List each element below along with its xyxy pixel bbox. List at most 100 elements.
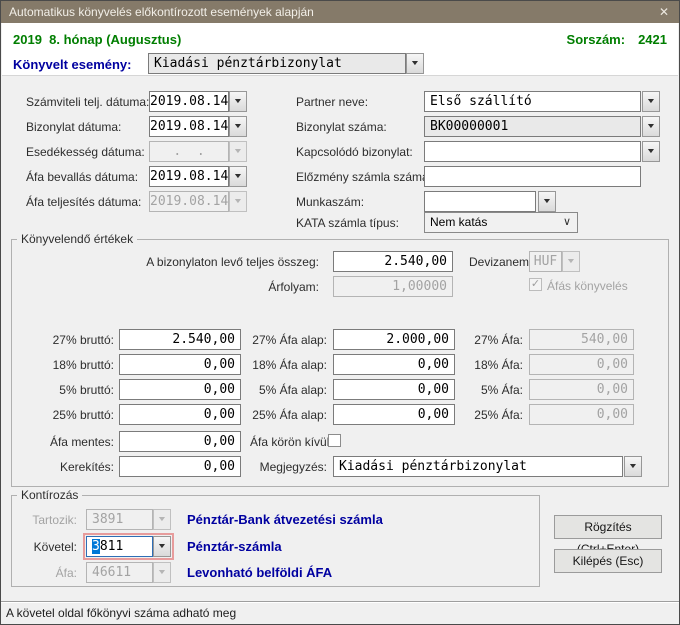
close-icon[interactable]: ✕ bbox=[649, 1, 679, 23]
serial-label: Sorszám: bbox=[567, 32, 626, 47]
vat-fulfillment-date-input: 2019.08.14 bbox=[149, 191, 229, 212]
partner-name-input[interactable]: Első szállító bbox=[424, 91, 641, 112]
save-button[interactable]: Rögzítés (Ctrl+Enter) bbox=[554, 515, 662, 539]
values-groupbox-title: Könyvelendő értékek bbox=[17, 232, 137, 246]
vat-declaration-date-label: Áfa bevallás dátuma: bbox=[26, 170, 138, 184]
total-amount-input[interactable]: 2.540,00 bbox=[333, 251, 453, 272]
vat-fulfillment-date-dropdown-button: ▼ bbox=[229, 191, 247, 212]
note-label: Megjegyzés: bbox=[241, 460, 327, 474]
vat-free-label: Áfa mentes: bbox=[21, 435, 114, 449]
document-number-input[interactable]: BK00000001 bbox=[424, 116, 641, 137]
dropdown-arrow-icon: ▼ bbox=[639, 142, 663, 161]
event-label: Könyvelt esemény: bbox=[13, 57, 132, 72]
currency-dropdown-button: ▼ bbox=[562, 251, 580, 272]
dropdown-arrow-icon: ▼ bbox=[403, 54, 427, 73]
period-title: 2019 8. hónap (Augusztus) bbox=[13, 32, 181, 47]
note-dropdown-button[interactable]: ▼ bbox=[624, 456, 642, 477]
vat-booking-checkbox: ✓ bbox=[529, 278, 542, 291]
vat-base-25-label: 25% Áfa alap: bbox=[181, 408, 327, 422]
debit-account-name: Pénztár-Bank átvezetési számla bbox=[187, 512, 383, 527]
accounting-date-input[interactable]: 2019.08.14 bbox=[149, 91, 229, 112]
serial-number: Sorszám: 2421 bbox=[567, 32, 667, 47]
accounting-date-label: Számviteli telj. dátuma: bbox=[26, 95, 149, 109]
debit-label: Tartozik: bbox=[11, 513, 77, 527]
vat-5-input: 0,00 bbox=[529, 379, 634, 400]
prior-invoice-number-input[interactable] bbox=[424, 166, 641, 187]
credit-account-combobox[interactable]: 3811 bbox=[86, 536, 153, 557]
dropdown-arrow-icon: ▼ bbox=[226, 167, 250, 186]
exit-button[interactable]: Kilépés (Esc) bbox=[554, 549, 662, 573]
related-document-input[interactable] bbox=[424, 141, 641, 162]
outside-vat-label: Áfa körön kívüli: bbox=[250, 435, 335, 449]
vat-base-5-label: 5% Áfa alap: bbox=[181, 383, 327, 397]
vat-account-name: Levonható belföldi ÁFA bbox=[187, 565, 332, 580]
credit-account-dropdown-button[interactable]: ▼ bbox=[153, 536, 171, 557]
vat-account-label: Áfa: bbox=[11, 566, 77, 580]
due-date-dropdown-button: ▼ bbox=[229, 141, 247, 162]
vat-account-dropdown-button: ▼ bbox=[153, 562, 171, 583]
vat-18-label: 18% Áfa: bbox=[421, 358, 523, 372]
status-bar: A követel oldal főkönyvi száma adható me… bbox=[1, 601, 679, 624]
gross-5-label: 5% bruttó: bbox=[21, 383, 114, 397]
note-combobox[interactable]: Kiadási pénztárbizonylat bbox=[333, 456, 623, 477]
related-document-dropdown-button[interactable]: ▼ bbox=[642, 141, 660, 162]
vat-18-input: 0,00 bbox=[529, 354, 634, 375]
vat-declaration-date-input[interactable]: 2019.08.14 bbox=[149, 166, 229, 187]
vat-25-label: 25% Áfa: bbox=[421, 408, 523, 422]
dropdown-arrow-icon: ▼ bbox=[150, 563, 174, 582]
work-number-label: Munkaszám: bbox=[296, 195, 364, 209]
dropdown-arrow-icon: ▼ bbox=[226, 142, 250, 161]
prior-invoice-number-label: Előzmény számla száma: bbox=[296, 170, 432, 184]
dialog-window: Automatikus könyvelés előkontírozott ese… bbox=[0, 0, 680, 625]
status-text: A követel oldal főkönyvi száma adható me… bbox=[6, 606, 236, 620]
vat-base-27-label: 27% Áfa alap: bbox=[181, 333, 327, 347]
work-number-dropdown-button[interactable]: ▼ bbox=[538, 191, 556, 212]
window-title: Automatikus könyvelés előkontírozott ese… bbox=[9, 5, 314, 19]
vat-5-label: 5% Áfa: bbox=[421, 383, 523, 397]
due-date-input: . . bbox=[149, 141, 229, 162]
kata-invoice-type-value: Nem katás bbox=[430, 215, 487, 229]
dropdown-arrow-icon: ▼ bbox=[639, 117, 663, 136]
vat-declaration-date-dropdown-button[interactable]: ▼ bbox=[229, 166, 247, 187]
vat-25-input: 0,00 bbox=[529, 404, 634, 425]
total-amount-label: A bizonylaton levő teljes összeg: bbox=[101, 255, 319, 269]
credit-label: Követel: bbox=[11, 540, 77, 554]
event-dropdown-button[interactable]: ▼ bbox=[406, 53, 424, 74]
kata-invoice-type-select[interactable]: Nem katás ∨ bbox=[424, 212, 578, 233]
serial-value: 2421 bbox=[638, 32, 667, 47]
debit-account-dropdown-button: ▼ bbox=[153, 509, 171, 530]
related-document-label: Kapcsolódó bizonylat: bbox=[296, 145, 413, 159]
work-number-input[interactable] bbox=[424, 191, 536, 212]
dropdown-arrow-icon: ▼ bbox=[226, 192, 250, 211]
dropdown-arrow-icon: ▼ bbox=[559, 252, 583, 271]
gross-25-label: 25% bruttó: bbox=[21, 408, 114, 422]
document-date-input[interactable]: 2019.08.14 bbox=[149, 116, 229, 137]
dropdown-arrow-icon: ▼ bbox=[535, 192, 559, 211]
partner-name-dropdown-button[interactable]: ▼ bbox=[642, 91, 660, 112]
titlebar: Automatikus könyvelés előkontírozott ese… bbox=[1, 1, 679, 23]
document-date-label: Bizonylat dátuma: bbox=[26, 120, 121, 134]
debit-account-combobox: 3891 bbox=[86, 509, 153, 530]
dropdown-arrow-icon: ▼ bbox=[226, 92, 250, 111]
document-number-dropdown-button[interactable]: ▼ bbox=[642, 116, 660, 137]
document-date-dropdown-button[interactable]: ▼ bbox=[229, 116, 247, 137]
dropdown-arrow-icon: ▼ bbox=[226, 117, 250, 136]
exchange-rate-label: Árfolyam: bbox=[101, 280, 319, 294]
currency-label: Devizanem: bbox=[469, 255, 532, 269]
vat-fulfillment-date-label: Áfa teljesítés dátuma: bbox=[26, 195, 141, 209]
accounting-date-dropdown-button[interactable]: ▼ bbox=[229, 91, 247, 112]
vat-free-input[interactable]: 0,00 bbox=[119, 431, 241, 452]
kata-invoice-type-label: KATA számla típus: bbox=[296, 216, 399, 230]
gross-27-label: 27% bruttó: bbox=[21, 333, 114, 347]
exchange-rate-input: 1,00000 bbox=[333, 276, 453, 297]
document-number-label: Bizonylat száma: bbox=[296, 120, 387, 134]
rounding-input[interactable]: 0,00 bbox=[119, 456, 241, 477]
outside-vat-checkbox[interactable] bbox=[328, 434, 341, 447]
credit-account-name: Pénztár-számla bbox=[187, 539, 282, 554]
chevron-down-icon: ∨ bbox=[563, 213, 571, 231]
rounding-label: Kerekítés: bbox=[21, 460, 114, 474]
partner-name-label: Partner neve: bbox=[296, 95, 368, 109]
vat-account-combobox: 46611 bbox=[86, 562, 153, 583]
event-combobox[interactable]: Kiadási pénztárbizonylat bbox=[148, 53, 406, 74]
gross-18-label: 18% bruttó: bbox=[21, 358, 114, 372]
